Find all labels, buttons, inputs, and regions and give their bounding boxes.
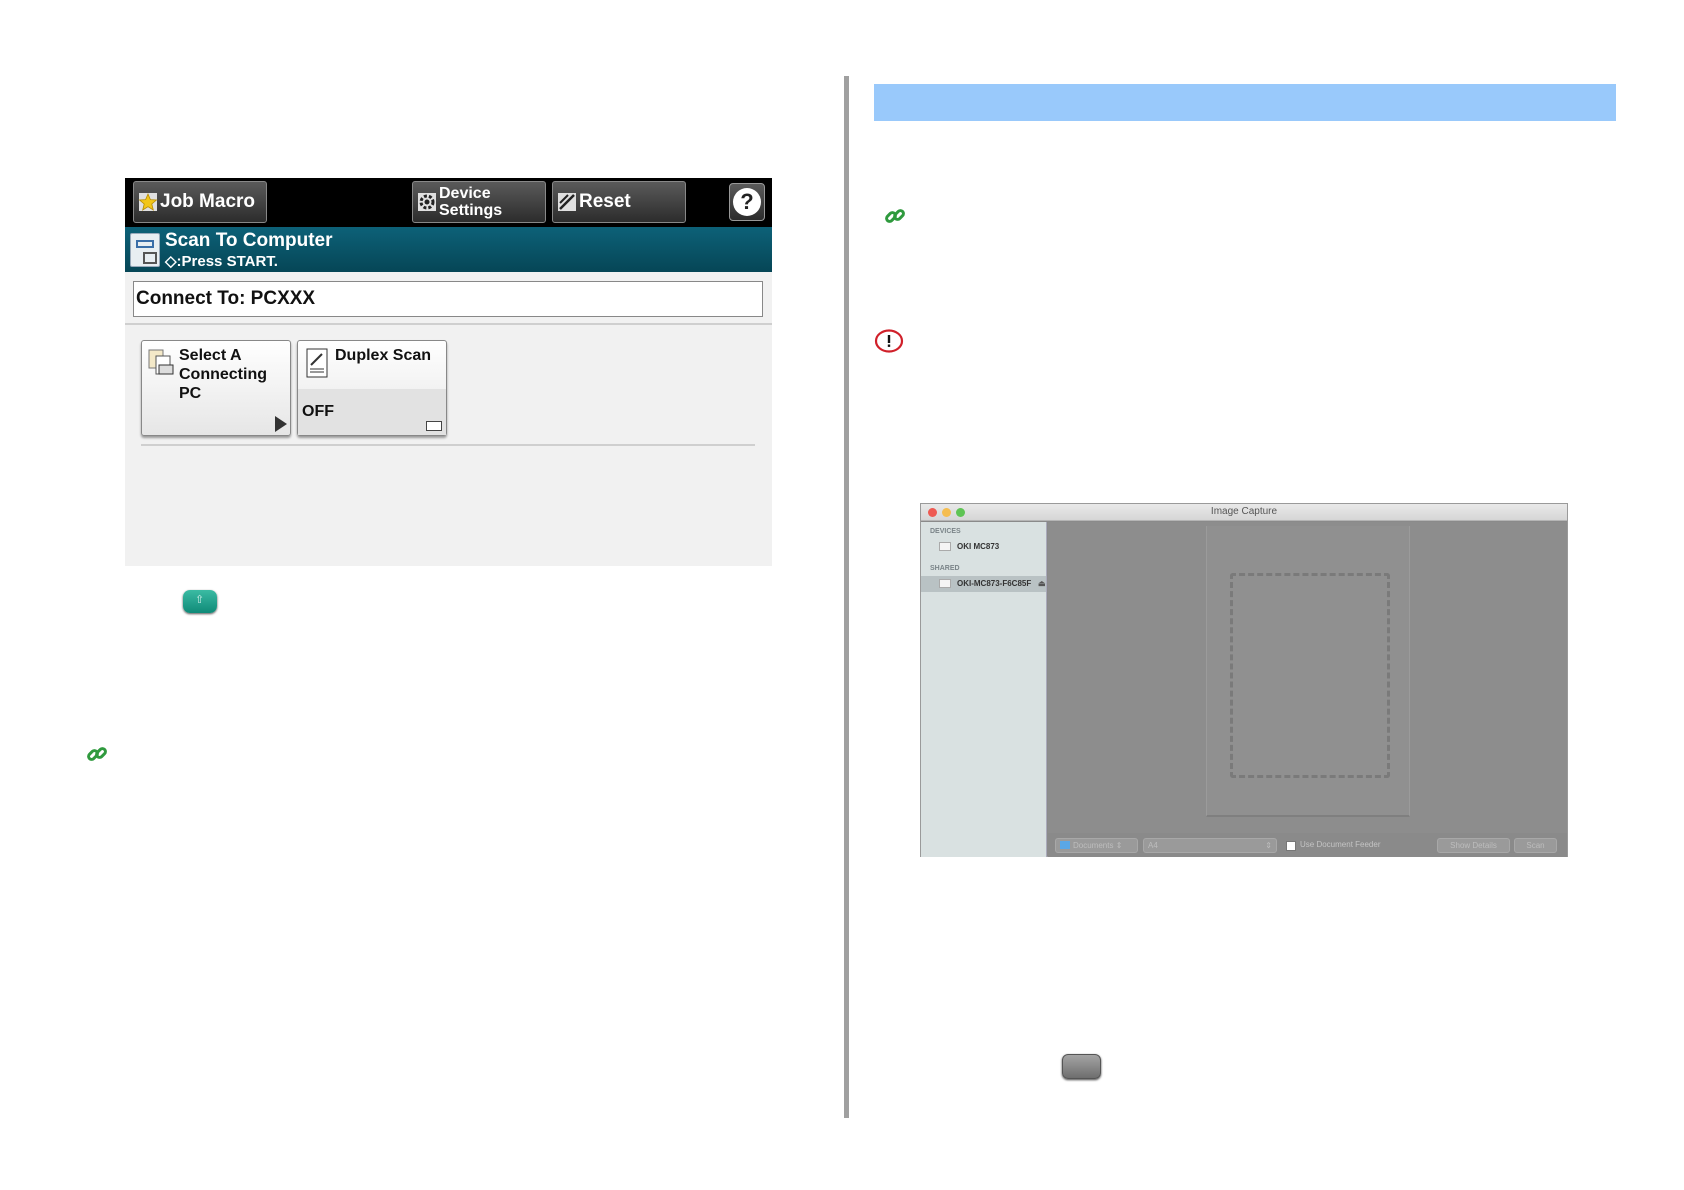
- reset-label: Reset: [579, 191, 631, 212]
- scanner-icon: [939, 542, 951, 551]
- job-macro-button[interactable]: Job Macro: [133, 181, 267, 223]
- single-sided-icon: [426, 421, 442, 431]
- column-divider: [844, 76, 849, 1118]
- scan-size-select[interactable]: A4 ⇕: [1143, 838, 1277, 853]
- link-icon: [885, 209, 905, 223]
- device-name: OKI MC873: [957, 542, 1000, 551]
- gear-icon: [417, 192, 437, 212]
- scan-to-computer-icon: [130, 233, 160, 267]
- devices-header: DEVICES: [930, 528, 961, 535]
- job-macro-label: Job Macro: [160, 191, 256, 212]
- select-pc-label-2: Connecting: [179, 366, 267, 383]
- divider: [125, 323, 772, 325]
- link-icon: [87, 747, 107, 761]
- image-capture-window: Image Capture DEVICES OKI MC873 SHARED O…: [920, 503, 1568, 857]
- scan-selection-rectangle[interactable]: [1230, 573, 1390, 778]
- divider: [141, 444, 755, 446]
- status-bar: Scan To Computer ◇:Press START.: [125, 227, 772, 272]
- preview-paper: [1206, 526, 1410, 817]
- show-details-button[interactable]: Show Details: [1437, 838, 1510, 853]
- shared-header: SHARED: [930, 565, 960, 572]
- folder-value: Documents: [1073, 841, 1114, 850]
- duplex-icon: [304, 347, 332, 379]
- reset-icon: [557, 192, 577, 212]
- reset-button[interactable]: Reset: [552, 181, 686, 223]
- scanner-icon: [939, 579, 951, 588]
- device-settings-label-2: Settings: [439, 202, 503, 219]
- panel-top-bar: Job Macro Device Settings Reset ?: [125, 178, 772, 227]
- scan-preview-area: [1048, 522, 1567, 857]
- scan-button[interactable]: Scan: [1514, 838, 1557, 853]
- size-value: A4: [1148, 841, 1158, 850]
- printer-control-panel: Job Macro Device Settings Reset ? Scan T…: [125, 178, 772, 566]
- play-arrow-icon: [275, 416, 287, 432]
- status-title: Scan To Computer: [165, 230, 333, 251]
- note-icon: [874, 329, 904, 353]
- duplex-scan-button[interactable]: Duplex Scan OFF: [297, 340, 447, 436]
- select-pc-label-3: PC: [179, 385, 202, 402]
- eject-icon[interactable]: ⏏: [1038, 579, 1046, 588]
- duplex-scan-label: Duplex Scan: [335, 347, 432, 364]
- use-document-feeder-checkbox[interactable]: [1286, 841, 1296, 851]
- star-icon: [138, 192, 158, 212]
- status-subtitle: ◇:Press START.: [165, 253, 278, 270]
- select-connecting-pc-button[interactable]: Select A Connecting PC: [141, 340, 291, 436]
- device-settings-button[interactable]: Device Settings: [412, 181, 546, 223]
- page: Job Macro Device Settings Reset ? Scan T…: [0, 0, 1684, 1190]
- connect-to-field[interactable]: Connect To: PCXXX: [133, 281, 763, 317]
- section-heading-band: [874, 84, 1616, 121]
- duplex-scan-value: OFF: [302, 403, 334, 420]
- sidebar-item-oki-mc873[interactable]: OKI MC873: [921, 539, 1046, 555]
- device-settings-label-1: Device: [439, 185, 491, 202]
- select-pc-label-1: Select A: [179, 347, 242, 364]
- gray-key-icon: [1062, 1054, 1101, 1079]
- help-button[interactable]: ?: [729, 183, 765, 221]
- help-icon: ?: [733, 188, 761, 216]
- pc-icon: [148, 347, 176, 379]
- device-sidebar: DEVICES OKI MC873 SHARED OKI-MC873-F6C85…: [921, 522, 1047, 857]
- start-button-icon: ⇧: [183, 590, 217, 613]
- window-title-bar: Image Capture: [921, 504, 1567, 521]
- shared-device-name: OKI-MC873-F6C85F: [957, 579, 1032, 588]
- sidebar-item-shared-oki[interactable]: OKI-MC873-F6C85F ⏏: [921, 576, 1046, 592]
- destination-folder-select[interactable]: Documents ⇕: [1055, 838, 1138, 853]
- window-title: Image Capture: [1210, 506, 1278, 517]
- folder-icon: [1060, 841, 1070, 849]
- use-document-feeder-label: Use Document Feeder: [1300, 840, 1381, 849]
- scan-options-bar: Documents ⇕ A4 ⇕ Use Document Feeder Sho…: [1048, 833, 1567, 857]
